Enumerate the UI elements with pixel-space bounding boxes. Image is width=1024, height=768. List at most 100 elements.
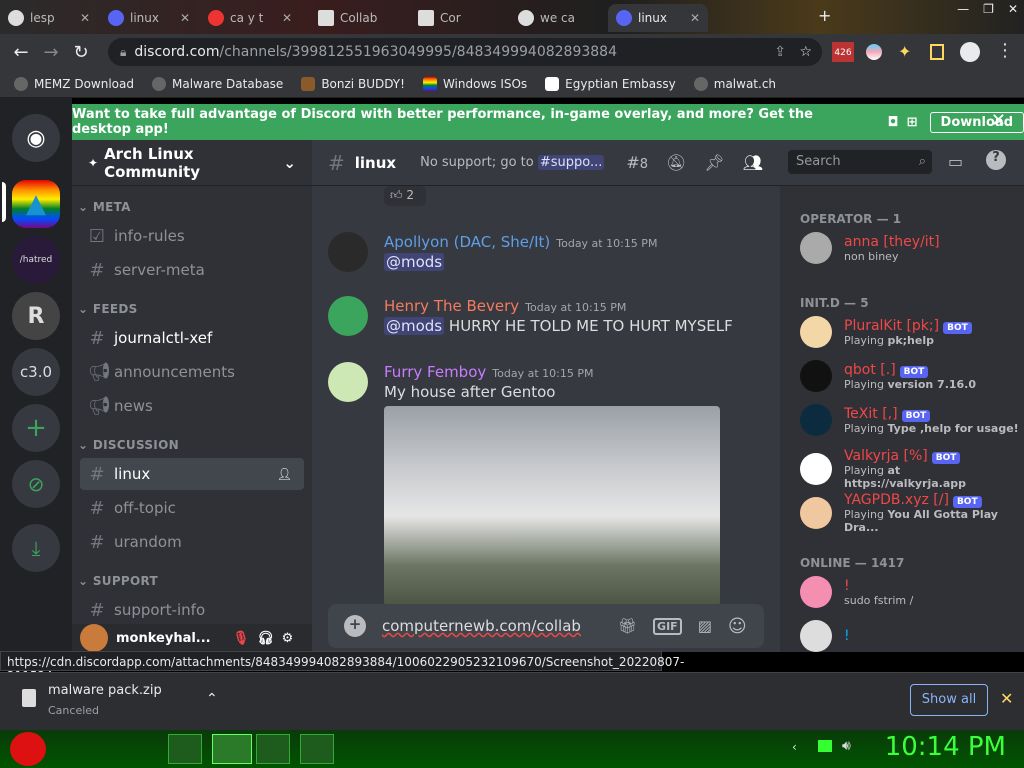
star-icon[interactable]: ☆ [799, 44, 812, 60]
server-hatred[interactable]: /hatred [12, 236, 60, 284]
category-discussion[interactable]: ⌄ DISCUSSION [72, 424, 312, 456]
reaction[interactable]: 👍︎ 2 [384, 186, 426, 206]
channel-server-meta[interactable]: # server-meta [80, 254, 304, 286]
sticker-icon[interactable]: ▨ [698, 617, 712, 635]
add-attachment-icon[interactable]: + [344, 615, 366, 637]
bookmark-egyptian-embassy[interactable]: Egyptian Embassy [545, 76, 676, 91]
emoji-icon[interactable]: ☺ [728, 616, 747, 637]
close-window-icon[interactable]: ✕ [1008, 2, 1018, 16]
channel-info-rules[interactable]: ☑ info-rules [80, 220, 304, 252]
close-icon[interactable]: ✕ [80, 11, 90, 25]
volume-icon[interactable]: 🔊︎ [842, 738, 851, 754]
mention[interactable]: @mods [384, 317, 445, 335]
close-icon[interactable]: ✕ [282, 11, 292, 25]
tab-1[interactable]: lesp ✕ [0, 4, 98, 32]
pride-extension-icon[interactable] [866, 44, 882, 60]
download-item[interactable]: malware pack.zip [48, 683, 162, 698]
tray-chevron-icon[interactable]: ‹ [792, 740, 797, 754]
threads-icon[interactable]: #8 [626, 153, 648, 172]
share-icon[interactable]: ⇪ [774, 44, 786, 60]
reload-icon[interactable]: ↻ [66, 42, 96, 63]
chevron-up-icon[interactable]: ⌃ [206, 691, 218, 707]
add-member-icon[interactable]: 👤︎ [277, 467, 292, 481]
close-icon[interactable]: ✕ [1000, 689, 1013, 708]
channel-off-topic[interactable]: # off-topic [80, 492, 304, 524]
gif-icon[interactable]: GIF [653, 617, 682, 635]
member-list-icon[interactable]: 👥︎ [743, 153, 763, 172]
avatar[interactable] [328, 362, 368, 402]
close-icon[interactable]: ✕ [690, 11, 700, 25]
gear-icon[interactable]: ⚙ [282, 631, 294, 646]
back-icon[interactable]: ← [6, 42, 36, 63]
close-icon[interactable]: ✕ [991, 110, 1006, 131]
tab-5[interactable]: Cor [410, 4, 506, 32]
address-bar[interactable]: 🔒︎ discord.com/channels/3998125519630499… [108, 38, 822, 66]
tab-active-linux[interactable]: linux ✕ [608, 4, 708, 32]
member-item[interactable]: YAGPDB.xyz [/] BOT Playing You All Gotta P… [800, 492, 1024, 534]
help-icon[interactable]: ? [986, 150, 1006, 170]
mention[interactable]: @mods [384, 253, 445, 271]
tab-6[interactable]: we ca [510, 4, 606, 32]
battery-icon[interactable] [818, 740, 832, 752]
download-button[interactable]: Download [929, 111, 1024, 133]
explorer-icon[interactable] [168, 734, 202, 764]
channel-linux[interactable]: # linux 👤︎ [80, 458, 304, 490]
profile-icon[interactable] [960, 42, 980, 62]
channel-news[interactable]: 📢︎ news [80, 390, 304, 422]
tab-4[interactable]: Collab [310, 4, 406, 32]
minimize-icon[interactable]: — [957, 2, 969, 16]
forward-icon[interactable]: → [36, 42, 66, 63]
add-server-icon[interactable]: + [12, 404, 60, 452]
menu-icon[interactable]: ⋮ [996, 40, 1014, 61]
clock[interactable]: 10:14 PM [885, 732, 1006, 762]
puzzle-icon[interactable]: ✦ [898, 42, 911, 61]
download-apps-icon[interactable]: ⤓ [12, 524, 60, 572]
bookmark-memz[interactable]: MEMZ Download [14, 76, 134, 91]
member-item[interactable]: Valkyrja [%] BOT Playing at https://valkyr… [800, 448, 1024, 490]
app-window-icon[interactable] [300, 734, 334, 764]
avatar[interactable] [80, 624, 108, 652]
bookmark-windows-isos[interactable]: Windows ISOs [422, 76, 527, 91]
bookmark-malware-db[interactable]: Malware Database [151, 76, 283, 91]
member-item[interactable]: qbot [.] BOT Playing version 7.16.0 [800, 360, 976, 392]
tab-2[interactable]: linux ✕ [100, 4, 198, 32]
mute-notifications-icon[interactable]: 🔕︎ [666, 153, 686, 172]
member-item[interactable]: TeXit [,] BOT Playing Type ,help for usage… [800, 404, 1019, 436]
category-support[interactable]: ⌄ SUPPORT [72, 560, 312, 592]
headphones-icon[interactable]: 🎧︎ [257, 631, 274, 646]
guild-header[interactable]: ✦ Arch Linux Community ⌄ [72, 140, 312, 186]
image-attachment[interactable] [384, 406, 720, 606]
tab-3[interactable]: ca y t ✕ [200, 4, 300, 32]
author-name[interactable]: Apollyon (DAC, She/It) [384, 233, 550, 251]
gift-icon[interactable]: 🎁︎ [618, 617, 637, 635]
member-item[interactable]: ! sudo fstrim / [800, 576, 913, 608]
pin-icon[interactable]: 📌︎ [704, 153, 724, 172]
side-panel-icon[interactable] [930, 44, 944, 60]
server-arch-linux[interactable]: ▲ [12, 180, 60, 228]
remote-desktop-icon[interactable] [256, 734, 290, 764]
channel-journalctl[interactable]: # journalctl-xef [80, 322, 304, 354]
category-feeds[interactable]: ⌄ FEEDS [72, 288, 312, 320]
author-name[interactable]: Henry The Bevery [384, 297, 519, 315]
explore-icon[interactable]: ⊘ [12, 460, 60, 508]
server-c3[interactable]: c3.0 [12, 348, 60, 396]
member-item[interactable]: PluralKit [pk;] BOT Playing pk;help [800, 316, 972, 348]
avatar[interactable] [328, 296, 368, 336]
chrome-icon[interactable] [212, 734, 252, 764]
bookmark-malwatch[interactable]: malwat.ch [693, 76, 776, 91]
avatar[interactable] [328, 232, 368, 272]
discord-home-icon[interactable]: ◉ [12, 114, 60, 162]
channel-urandom[interactable]: # urandom [80, 526, 304, 558]
maximize-icon[interactable]: ❐ [983, 2, 994, 16]
channel-announcements[interactable]: 📢︎ announcements [80, 356, 304, 388]
category-meta[interactable]: ⌄ META [72, 186, 312, 218]
show-all-button[interactable]: Show all [910, 684, 988, 716]
search-input[interactable]: Search ⌕ [788, 150, 932, 174]
inbox-icon[interactable]: ▭ [948, 152, 963, 171]
member-item[interactable]: anna [they/it] non biney [800, 232, 940, 264]
new-tab-button[interactable]: + [818, 6, 831, 25]
bookmark-bonzi[interactable]: Bonzi BUDDY! [301, 76, 405, 91]
author-name[interactable]: Furry Femboy [384, 363, 486, 381]
extension-badge[interactable]: 426 [832, 42, 854, 62]
message-input[interactable]: computernewb.com/collab [382, 617, 602, 635]
